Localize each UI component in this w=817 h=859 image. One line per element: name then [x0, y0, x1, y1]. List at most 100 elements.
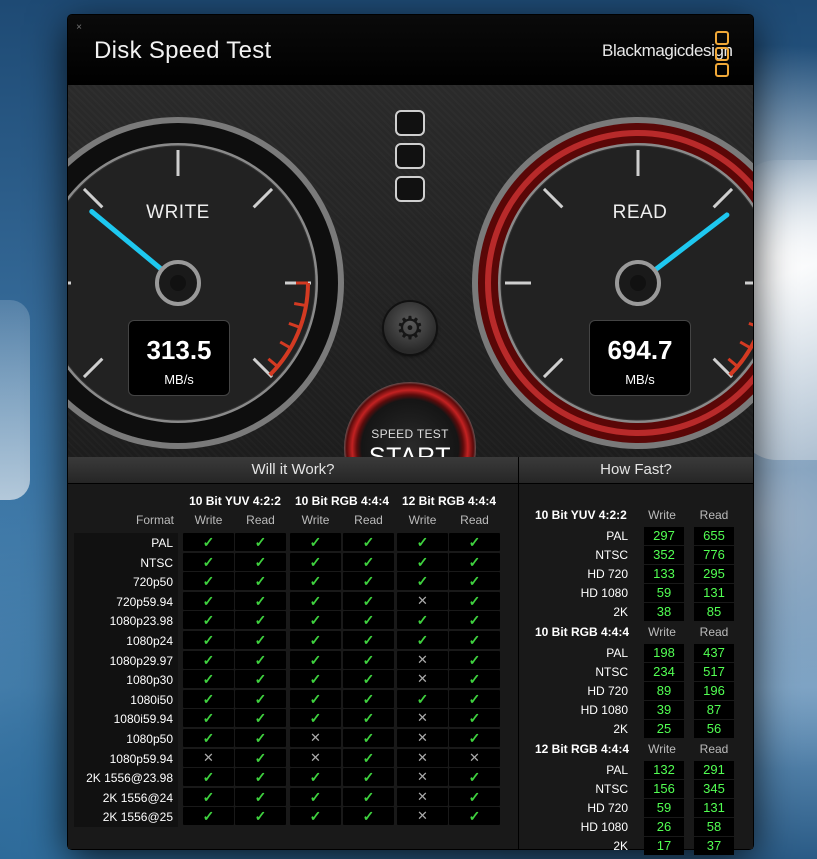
read-speed-cell-value: 437: [703, 645, 725, 660]
column-sub-header: Write: [301, 513, 330, 527]
check-icon: ✓: [309, 651, 322, 668]
read-speed-cell-value: 58: [706, 819, 722, 834]
check-icon: ✓: [254, 690, 267, 707]
check-icon: ✓: [468, 808, 481, 825]
title-bar: × Disk Speed Test Blackmagicdesign: [68, 15, 753, 85]
check-icon: ✓: [309, 573, 322, 590]
how-fast-row-label: NTSC: [595, 665, 628, 679]
how-fast-header: How Fast?: [519, 457, 753, 484]
write-speed-cell-value: 89: [656, 683, 672, 698]
read-speed-unit: MB/s: [625, 372, 655, 387]
cross-icon: ✕: [417, 769, 428, 785]
check-icon: ✓: [468, 651, 481, 668]
how-fast-row-label: NTSC: [595, 782, 628, 796]
disk-select-icon-3[interactable]: [395, 176, 425, 202]
disk-select-icon-2[interactable]: [395, 143, 425, 169]
format-row-label: NTSC: [140, 555, 173, 570]
cross-icon: ✕: [417, 808, 428, 824]
read-gauge-hub-center: [630, 275, 646, 291]
cross-icon: ✕: [310, 730, 321, 745]
column-group-header: 12 Bit RGB 4:4:4: [401, 494, 497, 508]
write-speed-unit: MB/s: [164, 372, 194, 387]
format-row-label: 2K 1556@24: [102, 790, 173, 805]
how-fast-row-label: HD 720: [587, 567, 628, 581]
check-icon: ✓: [254, 749, 267, 766]
check-icon: ✓: [468, 534, 481, 550]
read-speed-cell-value: 87: [706, 702, 722, 717]
write-speed-cell-value: 25: [656, 721, 672, 736]
check-icon: ✓: [362, 671, 375, 688]
format-row-label: 1080i59.94: [113, 712, 173, 727]
cross-icon: ✕: [203, 749, 214, 765]
how-fast-row-label: PAL: [606, 763, 628, 777]
write-speed-cell-value: 133: [653, 566, 675, 581]
format-row-label: 1080p23.98: [109, 614, 173, 629]
how-fast-group-header: 12 Bit RGB 4:4:4: [535, 742, 630, 756]
format-row-label: 1080p59.94: [109, 751, 173, 766]
check-icon: ✓: [468, 553, 481, 570]
write-speed-cell-value: 198: [653, 645, 675, 660]
check-icon: ✓: [362, 730, 375, 746]
write-speed-value: 313.5: [146, 335, 212, 365]
check-icon: ✓: [254, 573, 267, 590]
check-icon: ✓: [468, 769, 481, 786]
check-icon: ✓: [362, 808, 375, 825]
check-icon: ✓: [309, 690, 322, 707]
read-speed-cell-value: 776: [703, 547, 725, 562]
write-speed-cell-value: 132: [653, 762, 675, 777]
check-icon: ✓: [362, 769, 375, 786]
check-icon: ✓: [416, 573, 429, 590]
write-speed-cell-value: 59: [656, 585, 672, 600]
check-icon: ✓: [202, 573, 215, 590]
column-group-header: 10 Bit YUV 4:2:2: [189, 494, 281, 508]
how-fast-row-label: 2K: [613, 605, 628, 619]
check-icon: ✓: [362, 573, 375, 590]
check-icon: ✓: [362, 710, 375, 727]
check-icon: ✓: [362, 632, 375, 648]
read-speed-cell-value: 37: [706, 838, 722, 853]
cross-icon: ✕: [417, 749, 428, 765]
write-speed-cell-value: 234: [653, 664, 675, 679]
cross-icon: ✕: [417, 710, 428, 726]
check-icon: ✓: [202, 710, 215, 727]
format-row-label: 1080p30: [126, 673, 173, 688]
check-icon: ✓: [254, 788, 267, 805]
check-icon: ✓: [309, 808, 322, 825]
how-fast-row-label: PAL: [606, 646, 628, 660]
check-icon: ✓: [254, 769, 267, 786]
check-icon: ✓: [362, 534, 375, 550]
will-it-work-header: Will it Work?: [68, 457, 518, 484]
check-icon: ✓: [468, 632, 481, 648]
check-icon: ✓: [362, 651, 375, 668]
disk-select-icon-1[interactable]: [395, 110, 425, 136]
read-speed-cell-value: 345: [703, 781, 725, 796]
check-icon: ✓: [202, 808, 215, 825]
check-icon: ✓: [202, 553, 215, 570]
check-icon: ✓: [202, 671, 215, 688]
check-icon: ✓: [416, 553, 429, 570]
read-speed-cell-value: 56: [706, 721, 722, 736]
check-icon: ✓: [254, 651, 267, 668]
column-group-header: 10 Bit RGB 4:4:4: [294, 494, 390, 508]
check-icon: ✓: [309, 671, 322, 688]
check-icon: ✓: [254, 632, 267, 648]
settings-gear-button[interactable]: ⚙: [384, 302, 436, 354]
format-row-label: 1080p29.97: [109, 653, 173, 668]
cross-icon: ✕: [417, 788, 428, 804]
write-column-header: Write: [648, 625, 676, 639]
check-icon: ✓: [254, 612, 267, 629]
close-button[interactable]: ×: [74, 23, 84, 33]
check-icon: ✓: [254, 808, 267, 825]
app-title: Disk Speed Test: [94, 37, 272, 64]
read-speed-cell-value: 291: [703, 762, 725, 777]
check-icon: ✓: [362, 592, 375, 609]
write-speed-cell-value: 352: [653, 547, 675, 562]
how-fast-group-header: 10 Bit YUV 4:2:2: [535, 508, 627, 522]
how-fast-row-label: 2K: [613, 722, 628, 736]
read-speed-cell-value: 196: [703, 683, 725, 698]
write-speed-cell-value: 156: [653, 781, 675, 796]
column-sub-header: Read: [354, 513, 383, 527]
desktop-wallpaper-snow-left: [0, 300, 30, 500]
check-icon: ✓: [202, 612, 215, 629]
write-speed-cell-value: 39: [656, 702, 672, 717]
